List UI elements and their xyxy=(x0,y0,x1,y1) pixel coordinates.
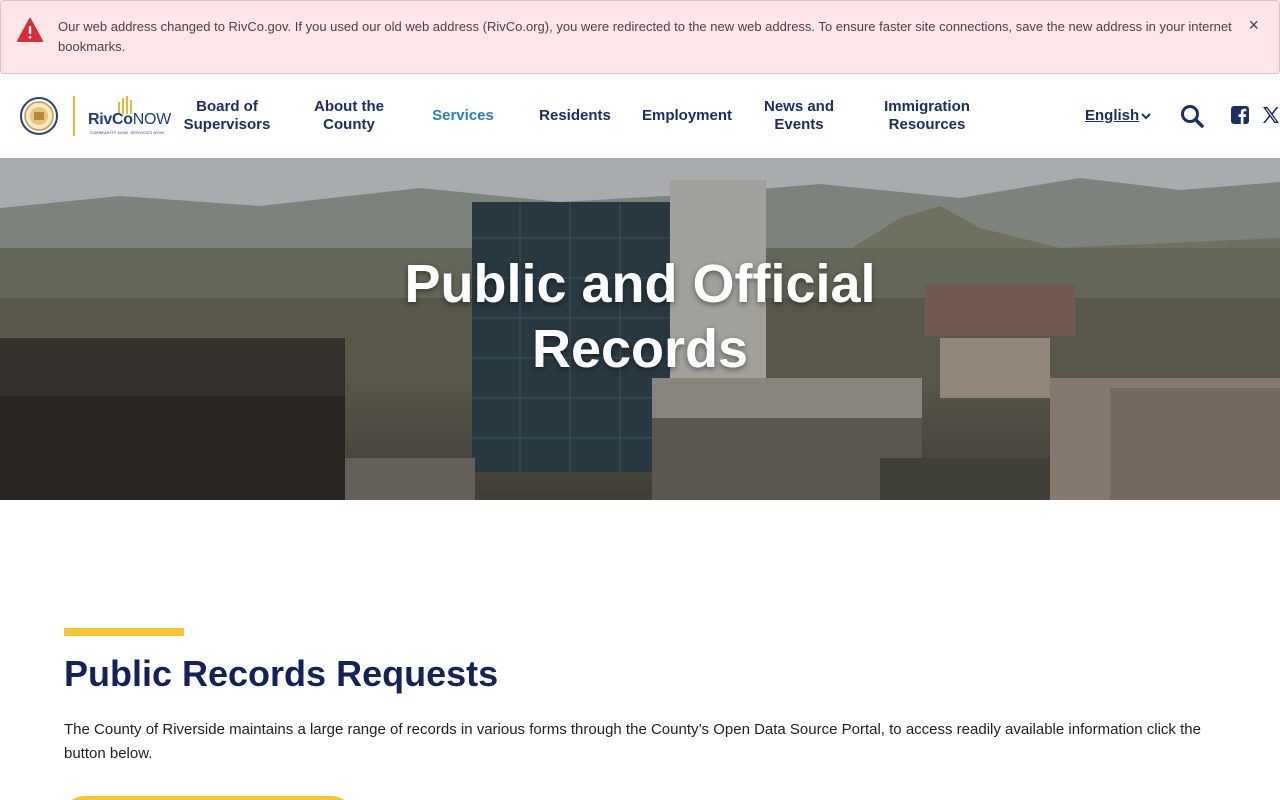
site-header: RivCoNOW COMMUNITY NOW. SERVICES NOW. Bo… xyxy=(0,74,1280,158)
language-label: English xyxy=(1085,107,1140,124)
address-change-alert: Our web address changed to RivCo.gov. If… xyxy=(0,0,1280,74)
section-title: Public Records Requests xyxy=(64,653,499,694)
alert-message: Our web address changed to RivCo.gov. If… xyxy=(58,19,1232,54)
close-alert-button[interactable]: × xyxy=(1248,15,1259,35)
rivconow-logo[interactable]: RivCoNOW COMMUNITY NOW. SERVICES NOW. xyxy=(88,96,171,136)
language-selector[interactable]: English xyxy=(1085,107,1151,124)
nav-about-the-county[interactable]: About the County xyxy=(304,98,394,134)
nav-board-of-supervisors[interactable]: Board of Supervisors xyxy=(180,98,274,134)
section-description: The County of Riverside maintains a larg… xyxy=(64,721,1201,762)
facebook-icon[interactable] xyxy=(1231,106,1249,124)
rivconow-wordmark: RivCoNOW xyxy=(88,111,171,128)
page-title: Public and Official Records xyxy=(404,254,876,379)
search-icon[interactable] xyxy=(1180,104,1204,128)
rivconow-tagline: COMMUNITY NOW. SERVICES NOW. xyxy=(90,130,166,135)
nav-news-and-events[interactable]: News and Events xyxy=(756,98,842,134)
nav-immigration-resources[interactable]: Immigration Resources xyxy=(874,98,980,134)
nav-employment[interactable]: Employment xyxy=(634,107,740,125)
section-accent-bar xyxy=(64,628,184,636)
logo-divider xyxy=(73,96,75,136)
chevron-down-icon xyxy=(1141,113,1151,120)
hero-banner: Public and Official Records xyxy=(0,158,1280,500)
nav-residents[interactable]: Residents xyxy=(534,107,616,125)
nav-services[interactable]: Services xyxy=(428,107,498,125)
county-seal-logo[interactable] xyxy=(20,97,58,135)
warning-icon xyxy=(17,18,43,42)
x-twitter-icon[interactable] xyxy=(1262,106,1280,124)
open-data-portal-button[interactable] xyxy=(64,796,352,800)
